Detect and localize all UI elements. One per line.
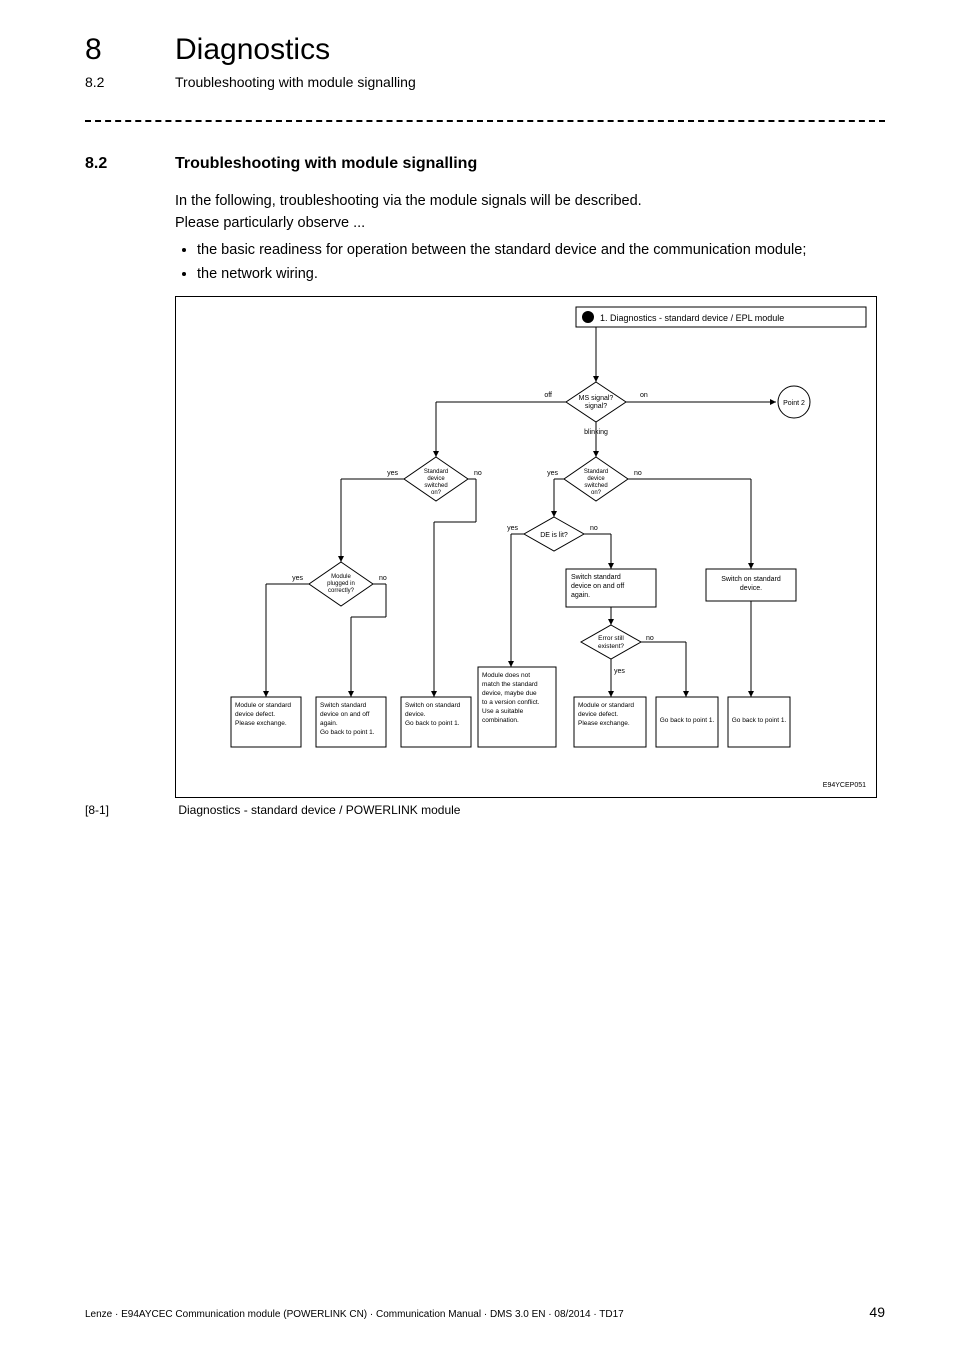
- svg-text:device defect.: device defect.: [578, 711, 618, 718]
- svg-text:Error still: Error still: [598, 635, 624, 642]
- no-label-2: no: [634, 470, 642, 477]
- svg-text:device defect.: device defect.: [235, 711, 275, 718]
- svg-text:Go back to point 1.: Go back to point 1.: [320, 729, 375, 736]
- svg-text:Use a suitable: Use a suitable: [482, 708, 524, 715]
- section-number-header: 8.2: [85, 74, 104, 90]
- svg-text:on?: on?: [591, 490, 602, 496]
- figure-number: [8-1]: [85, 803, 175, 817]
- svg-text:device: device: [427, 476, 445, 482]
- header-divider: [85, 120, 885, 122]
- flow-title: 1. Diagnostics - standard device / EPL m…: [600, 313, 784, 323]
- svg-text:device, maybe due: device, maybe due: [482, 690, 537, 697]
- svg-text:existent?: existent?: [598, 643, 624, 650]
- section-number: 8.2: [85, 155, 107, 173]
- no-label-5: no: [379, 575, 387, 582]
- chapter-title: Diagnostics: [175, 33, 330, 67]
- yes-label-2: yes: [547, 470, 558, 477]
- footer-text: Lenze · E94AYCEC Communication module (P…: [85, 1309, 624, 1320]
- intro-line-1: In the following, troubleshooting via th…: [175, 190, 875, 212]
- section-title-header: Troubleshooting with module signalling: [175, 74, 416, 90]
- figure-caption: [8-1] Diagnostics - standard device / PO…: [85, 803, 460, 817]
- svg-text:combination.: combination.: [482, 717, 519, 724]
- svg-text:match the standard: match the standard: [482, 681, 538, 688]
- svg-text:again.: again.: [571, 592, 590, 599]
- yes-label-3: yes: [507, 525, 518, 532]
- svg-text:Module or standard: Module or standard: [235, 702, 291, 709]
- figure-text: Diagnostics - standard device / POWERLIN…: [178, 803, 460, 817]
- svg-text:signal?: signal?: [585, 403, 607, 410]
- ms-signal-label: MS signal?: [579, 395, 614, 402]
- svg-text:device: device: [587, 476, 605, 482]
- yes-label-4: yes: [614, 668, 625, 675]
- svg-text:Standard: Standard: [424, 469, 448, 475]
- svg-text:Please exchange.: Please exchange.: [235, 720, 287, 727]
- intro-line-2: Please particularly observe ...: [175, 212, 875, 234]
- ms-on-label: on: [640, 392, 648, 399]
- svg-text:to a version conflict.: to a version conflict.: [482, 699, 540, 706]
- svg-text:Module or standard: Module or standard: [578, 702, 634, 709]
- no-label: no: [474, 470, 482, 477]
- svg-text:switched: switched: [424, 483, 447, 489]
- svg-text:device.: device.: [740, 585, 762, 592]
- flow-image-id: E94YCEP051: [823, 782, 866, 789]
- no-label-3: no: [590, 525, 598, 532]
- svg-text:Go back to point 1.: Go back to point 1.: [660, 717, 715, 724]
- svg-text:Standard: Standard: [584, 469, 608, 475]
- bullet-wiring: the network wiring.: [197, 263, 875, 285]
- svg-text:Go back to point 1.: Go back to point 1.: [405, 720, 460, 727]
- svg-text:switched: switched: [584, 483, 607, 489]
- svg-text:device on and off: device on and off: [320, 711, 370, 718]
- ms-off-label: off: [544, 392, 552, 399]
- svg-text:device on and off: device on and off: [571, 583, 624, 590]
- svg-text:Switch on standard: Switch on standard: [405, 702, 461, 709]
- page-number: 49: [869, 1304, 885, 1320]
- chapter-number: 8: [85, 33, 102, 67]
- svg-text:Please exchange.: Please exchange.: [578, 720, 630, 727]
- svg-text:Go back to point 1.: Go back to point 1.: [732, 717, 787, 724]
- svg-text:Module: Module: [331, 574, 351, 580]
- yes-label: yes: [387, 470, 398, 477]
- svg-text:Module does not: Module does not: [482, 672, 530, 679]
- section-title: Troubleshooting with module signalling: [175, 155, 477, 173]
- flowchart-frame: 1. Diagnostics - standard device / EPL m…: [175, 296, 877, 798]
- yes-label-5: yes: [292, 575, 303, 582]
- svg-text:Switch standard: Switch standard: [320, 702, 367, 709]
- page-footer: Lenze · E94AYCEC Communication module (P…: [85, 1309, 885, 1320]
- de-lit-label: DE is lit?: [540, 532, 568, 539]
- svg-text:MS signal?: MS signal?: [579, 395, 614, 402]
- svg-text:correctly?: correctly?: [328, 588, 355, 594]
- svg-text:plugged in: plugged in: [327, 581, 355, 587]
- flowchart-svg: 1. Diagnostics - standard device / EPL m…: [176, 297, 876, 797]
- svg-text:again.: again.: [320, 720, 338, 727]
- no-label-4: no: [646, 635, 654, 642]
- svg-text:on?: on?: [431, 490, 442, 496]
- svg-text:device.: device.: [405, 711, 426, 718]
- section-body: In the following, troubleshooting via th…: [175, 190, 875, 288]
- point2-label: Point 2: [783, 400, 805, 407]
- svg-text:Switch on standard: Switch on standard: [721, 576, 781, 583]
- bullet-readiness: the basic readiness for operation betwee…: [197, 239, 875, 261]
- svg-text:Switch standard: Switch standard: [571, 574, 621, 581]
